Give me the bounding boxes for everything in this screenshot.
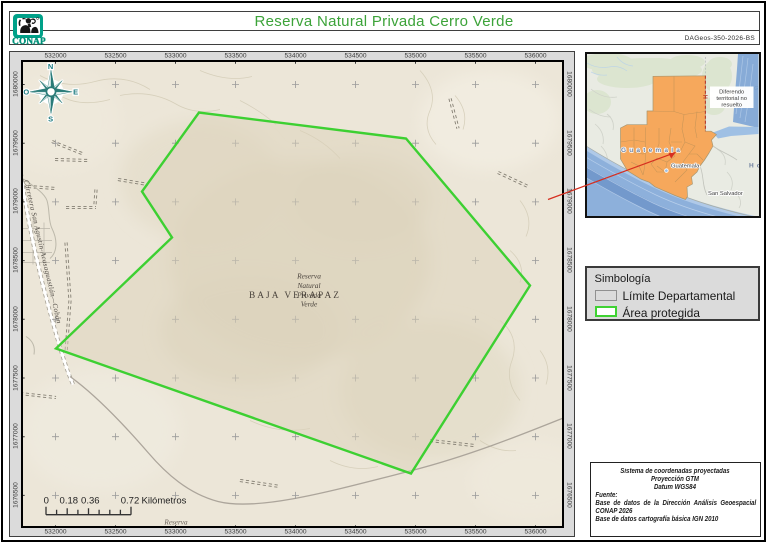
svg-text:Diferendo: Diferendo <box>719 89 744 95</box>
svg-text:BAJA VERAPAZ: BAJA VERAPAZ <box>249 291 341 301</box>
svg-text:G: G <box>754 86 759 92</box>
svg-text:territorial no: territorial no <box>716 96 747 102</box>
svg-text:Reserva: Reserva <box>163 518 188 526</box>
svg-text:N: N <box>48 62 53 71</box>
svg-text:Reserva: Reserva <box>296 271 321 280</box>
svg-text:San Salvador: San Salvador <box>708 191 743 197</box>
svg-text:E: E <box>73 87 78 96</box>
svg-text:Ho: Ho <box>749 162 759 169</box>
svg-text:0.72: 0.72 <box>121 495 140 506</box>
svg-text:0.18: 0.18 <box>60 495 79 506</box>
svg-text:O: O <box>23 87 29 96</box>
svg-text:resuelto: resuelto <box>721 102 742 108</box>
svg-text:0.36: 0.36 <box>81 495 100 506</box>
svg-text:0: 0 <box>44 495 49 506</box>
svg-text:Kilómetros: Kilómetros <box>142 495 187 506</box>
svg-text:Natural: Natural <box>297 281 321 290</box>
svg-text:CONAP: CONAP <box>12 36 46 46</box>
svg-text:S: S <box>48 114 53 123</box>
